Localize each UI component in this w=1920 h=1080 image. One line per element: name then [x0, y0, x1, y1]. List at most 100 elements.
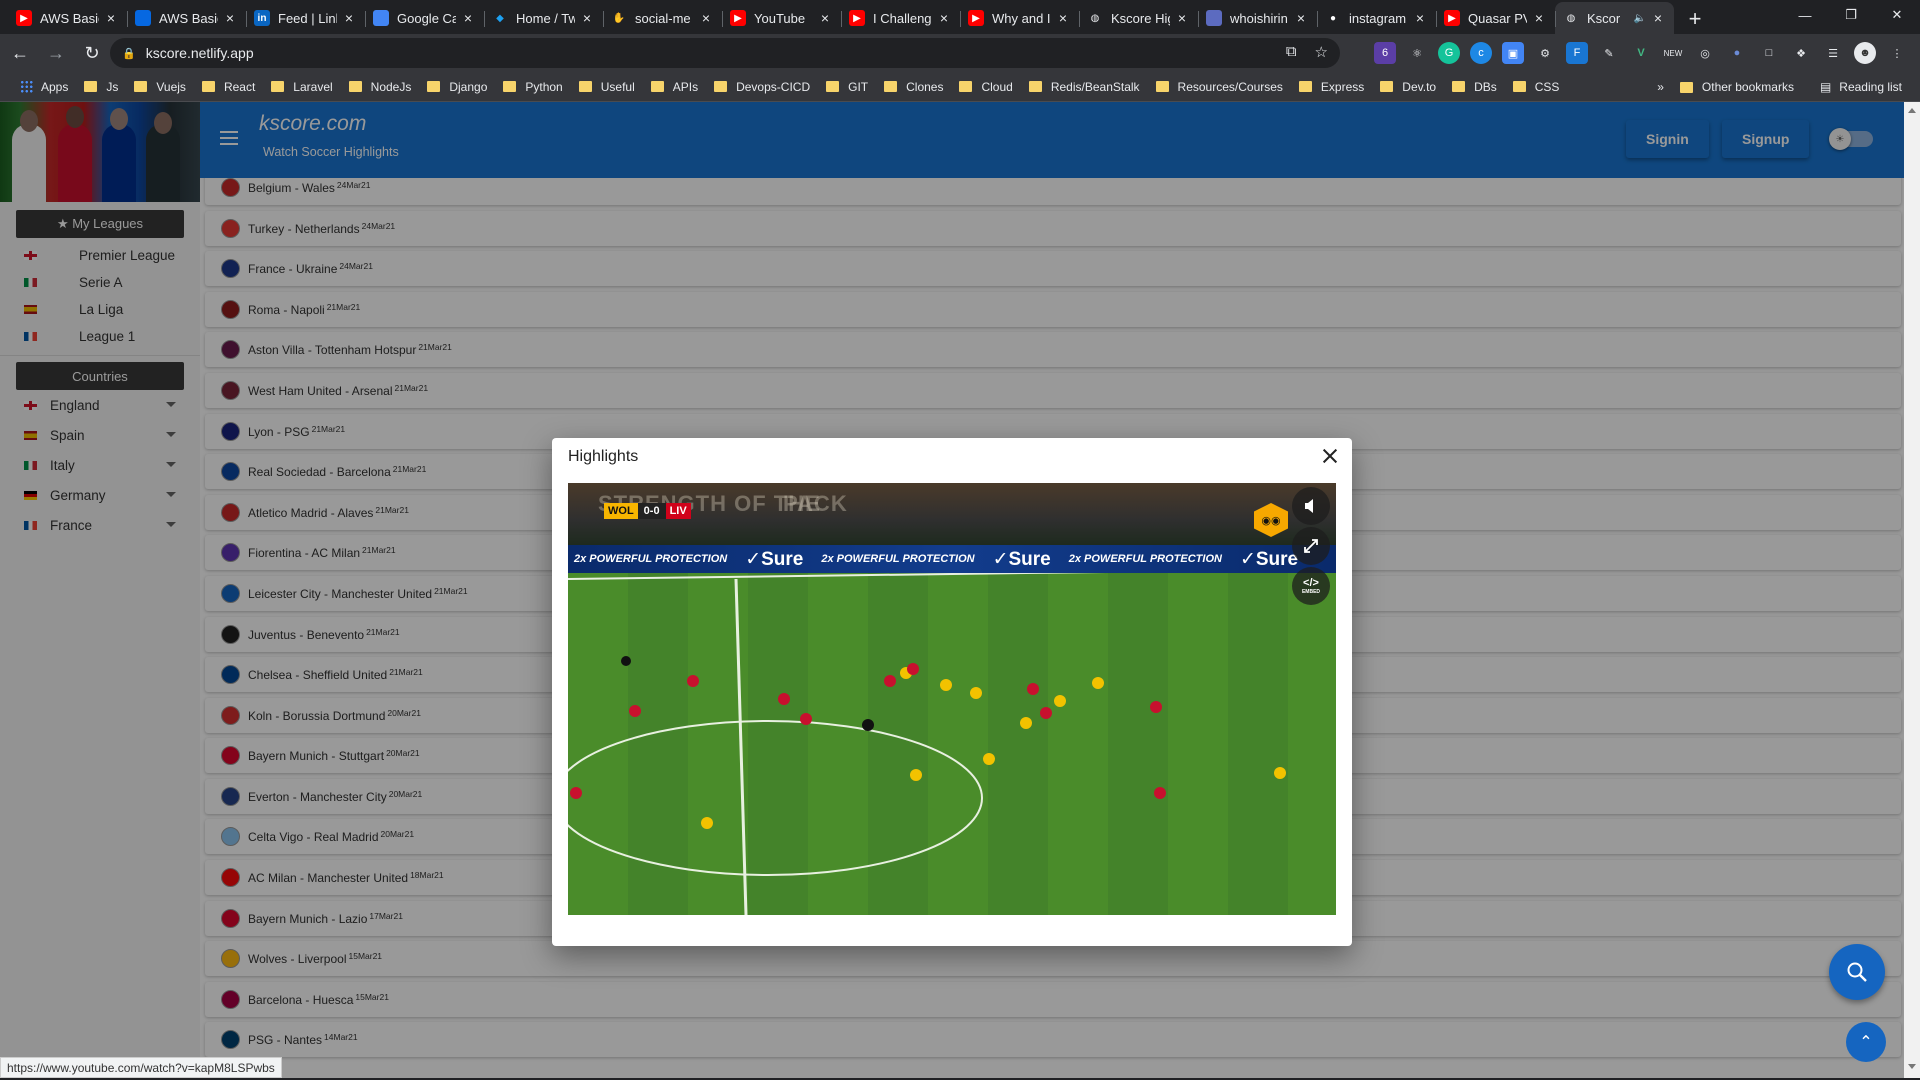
close-icon[interactable] — [1320, 446, 1340, 466]
reload-icon[interactable]: ↻ — [76, 37, 108, 69]
media-control-icon[interactable]: ☰ — [1822, 42, 1844, 64]
bookmark-folder[interactable]: React — [194, 74, 263, 100]
bookmark-folder[interactable]: GIT — [818, 74, 876, 100]
bookmark-folder[interactable]: Vuejs — [126, 74, 194, 100]
tab-close-icon[interactable]: × — [1412, 10, 1428, 26]
bookmark-folder[interactable]: DBs — [1444, 74, 1505, 100]
bookmark-folder[interactable]: Resources/Courses — [1148, 74, 1291, 100]
browser-tab[interactable]: ● instagram × — [1317, 2, 1436, 34]
bookmark-folder[interactable]: APIs — [643, 74, 706, 100]
bookmark-folder[interactable]: Devops-CICD — [706, 74, 818, 100]
tab-close-icon[interactable]: × — [579, 10, 595, 26]
bookmark-folder[interactable]: Js — [76, 74, 126, 100]
bookmark-folder[interactable]: Useful — [571, 74, 643, 100]
volume-icon[interactable] — [1292, 487, 1330, 525]
tab-close-icon[interactable]: × — [1293, 10, 1309, 26]
lock-icon: 🔒 — [122, 47, 136, 60]
bookmark-folder[interactable]: NodeJs — [341, 74, 420, 100]
cast-icon[interactable]: □ — [1758, 42, 1780, 64]
browser-tab[interactable]: whoishirin × — [1198, 2, 1317, 34]
back-icon[interactable]: ← — [4, 37, 36, 69]
grammarly-icon[interactable]: G — [1438, 42, 1460, 64]
extension-ft-icon[interactable]: F — [1566, 42, 1588, 64]
bookmark-folder[interactable]: Redis/BeanStalk — [1021, 74, 1148, 100]
extension-c-icon[interactable]: c — [1470, 42, 1492, 64]
target-icon[interactable]: ◎ — [1694, 42, 1716, 64]
bookmark-label: Dev.to — [1402, 79, 1437, 94]
extension-settings-icon[interactable]: ⚙ — [1534, 42, 1556, 64]
screenshot-icon[interactable]: ▣ — [1502, 42, 1524, 64]
tab-close-icon[interactable]: × — [222, 10, 238, 26]
tab-audio-icon[interactable]: 🔈 — [1634, 13, 1646, 24]
tab-close-icon[interactable]: × — [817, 10, 833, 26]
video-player[interactable]: STRENGTH OF THE PACK 2x POWERFUL PROTECT… — [568, 483, 1336, 915]
bookmark-folder[interactable]: Python — [495, 74, 570, 100]
profile-avatar-icon[interactable]: ☻ — [1854, 42, 1876, 64]
new-extension-icon[interactable]: NEW — [1662, 42, 1684, 64]
bookmarks-overflow-button[interactable]: » — [1649, 74, 1672, 100]
tab-close-icon[interactable]: × — [1055, 10, 1071, 26]
browser-tab[interactable]: in Feed | Link × — [246, 2, 365, 34]
ad-brand: ✓Sure — [1239, 548, 1299, 570]
folder-icon — [884, 81, 898, 92]
tab-close-icon[interactable]: × — [698, 10, 714, 26]
puzzle-icon[interactable]: ❖ — [1790, 42, 1812, 64]
circle-extension-icon[interactable]: ● — [1726, 42, 1748, 64]
browser-tab[interactable]: Google Ca × — [365, 2, 484, 34]
extension-icon[interactable]: 6 — [1374, 42, 1396, 64]
scroll-up-arrow-icon[interactable] — [1908, 108, 1916, 113]
browser-tab[interactable]: ✋ social-me × — [603, 2, 722, 34]
youtube-icon: ▶ — [1444, 10, 1460, 26]
tab-close-icon[interactable]: × — [1174, 10, 1190, 26]
forward-icon[interactable]: → — [40, 37, 72, 69]
pen-icon[interactable]: ✎ — [1598, 42, 1620, 64]
tab-close-icon[interactable]: × — [936, 10, 952, 26]
home-team-abbr: WOL — [604, 503, 638, 519]
apps-shortcut[interactable]: Apps — [12, 74, 76, 100]
browser-tab[interactable]: ▶ YouTube × — [722, 2, 841, 34]
address-bar[interactable]: 🔒 kscore.netlify.app ⧉ ☆ — [110, 38, 1340, 68]
tab-close-icon[interactable]: × — [341, 10, 357, 26]
bookmark-label: Devops-CICD — [736, 79, 811, 94]
bookmark-star-icon[interactable]: ☆ — [1315, 43, 1328, 61]
vue-devtools-icon[interactable]: V — [1630, 42, 1652, 64]
browser-tab[interactable]: ▶ Quasar PV × — [1436, 2, 1555, 34]
bookmark-folder[interactable]: Clones — [876, 74, 951, 100]
tab-close-icon[interactable]: × — [1650, 10, 1666, 26]
tab-close-icon[interactable]: × — [1531, 10, 1547, 26]
other-bookmarks-folder[interactable]: Other bookmarks — [1672, 74, 1802, 100]
restore-button[interactable]: ❐ — [1828, 0, 1874, 30]
bookmark-folder[interactable]: CSS — [1505, 74, 1568, 100]
page-scrollbar[interactable] — [1904, 102, 1920, 1078]
advertising-board: 2x POWERFUL PROTECTION ✓Sure 2x POWERFUL… — [568, 545, 1336, 573]
bookmark-folder[interactable]: Express — [1291, 74, 1372, 100]
ad-text: 2x POWERFUL PROTECTION — [821, 553, 975, 565]
embed-button[interactable]: </> EMBED — [1292, 567, 1330, 605]
bookmark-folder[interactable]: Django — [419, 74, 495, 100]
scroll-down-arrow-icon[interactable] — [1908, 1064, 1916, 1069]
browser-tab[interactable]: ◍ Kscore Hig × — [1079, 2, 1198, 34]
tab-close-icon[interactable]: × — [460, 10, 476, 26]
react-devtools-icon[interactable]: ⚛ — [1406, 42, 1428, 64]
tab-close-icon[interactable]: × — [103, 10, 119, 26]
fullscreen-icon[interactable] — [1292, 527, 1330, 565]
browser-tab[interactable]: ▶ AWS Basic × — [8, 2, 127, 34]
bookmark-folder[interactable]: Cloud — [951, 74, 1020, 100]
browser-tab[interactable]: ◍ Kscor 🔈 × — [1555, 2, 1674, 34]
folder-icon — [959, 81, 973, 92]
bookmark-folder[interactable]: Dev.to — [1372, 74, 1444, 100]
browser-tab[interactable]: ▶ Why and I × — [960, 2, 1079, 34]
bookmark-folder[interactable]: Laravel — [263, 74, 340, 100]
browser-tab[interactable]: ◆ Home / Tw × — [484, 2, 603, 34]
new-tab-button[interactable]: + — [1680, 4, 1710, 34]
kebab-menu-icon[interactable]: ⋮ — [1886, 42, 1908, 64]
minimize-button[interactable]: — — [1782, 0, 1828, 30]
chevron-up-icon: ⌃ — [1859, 1034, 1873, 1051]
browser-tab[interactable]: ▶ I Challeng × — [841, 2, 960, 34]
close-window-button[interactable]: ✕ — [1874, 0, 1920, 30]
search-fab-button[interactable] — [1829, 944, 1885, 1000]
scroll-to-top-button[interactable]: ⌃ — [1846, 1022, 1886, 1062]
open-in-app-icon[interactable]: ⧉ — [1286, 43, 1297, 61]
reading-list-button[interactable]: ▤ Reading list — [1812, 74, 1910, 100]
browser-tab[interactable]: AWS Basic × — [127, 2, 246, 34]
